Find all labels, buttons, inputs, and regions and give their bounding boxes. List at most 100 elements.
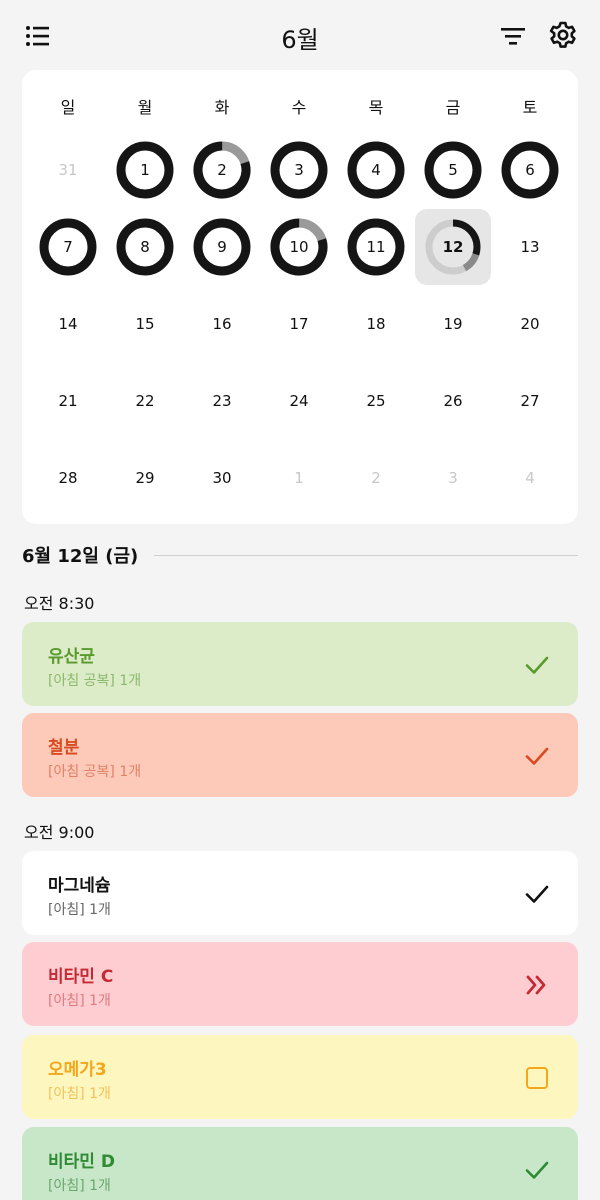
day-number: 2 [371, 469, 381, 487]
calendar-day[interactable]: 4 [344, 138, 408, 202]
calendar-day[interactable]: 19 [421, 292, 485, 356]
day-number: 25 [366, 392, 386, 410]
supplement-dose: [아침] 1개 [48, 902, 111, 918]
calendar-day[interactable]: 10 [267, 215, 331, 279]
calendar-day[interactable]: 27 [498, 369, 562, 433]
day-number: 3 [448, 469, 458, 487]
calendar-day[interactable]: 9 [190, 215, 254, 279]
calendar-day[interactable]: 23 [190, 369, 254, 433]
day-number: 1 [140, 161, 150, 179]
day-number: 19 [443, 315, 463, 333]
day-number: 23 [212, 392, 232, 410]
day-number: 27 [520, 392, 540, 410]
calendar-day[interactable]: 18 [344, 292, 408, 356]
day-number: 1 [294, 469, 304, 487]
supplement-name: 유산균 [48, 647, 95, 667]
calendar-day[interactable]: 20 [498, 292, 562, 356]
calendar-day[interactable]: 26 [421, 369, 485, 433]
day-number: 7 [63, 238, 73, 256]
double-chevron-icon[interactable] [524, 972, 550, 998]
calendar-day[interactable]: 31 [36, 138, 100, 202]
time-label: 오전 9:00 [24, 823, 95, 842]
supplement-name: 비타민 C [48, 967, 114, 987]
top-app-bar: 6월 [0, 0, 600, 70]
date-divider [154, 555, 578, 556]
day-number: 5 [448, 161, 458, 179]
calendar-day[interactable]: 2 [344, 446, 408, 510]
day-number: 21 [58, 392, 78, 410]
day-number: 31 [58, 161, 78, 179]
calendar-day-today[interactable]: 12 [415, 209, 491, 285]
month-calendar: 일 월 화 수 목 금 토 31 1 2 3 4 5 6 7 8 9 10 11 12 13 14 15 16 17 18 19 20… [22, 70, 578, 524]
weekday-label: 일 [60, 98, 76, 117]
calendar-day[interactable]: 5 [421, 138, 485, 202]
calendar-day[interactable]: 7 [36, 215, 100, 279]
day-number: 6 [525, 161, 535, 179]
calendar-day[interactable]: 8 [113, 215, 177, 279]
calendar-day[interactable]: 6 [498, 138, 562, 202]
calendar-day[interactable]: 3 [267, 138, 331, 202]
calendar-day[interactable]: 1 [113, 138, 177, 202]
supplement-card[interactable]: 비타민 D [아침] 1개 [22, 1127, 578, 1200]
day-number: 22 [135, 392, 155, 410]
calendar-day[interactable]: 21 [36, 369, 100, 433]
weekday-label: 월 [137, 98, 153, 117]
day-number: 18 [366, 315, 386, 333]
calendar-day[interactable]: 22 [113, 369, 177, 433]
supplement-card[interactable]: 비타민 C [아침] 1개 [22, 942, 578, 1026]
supplement-name: 마그네슘 [48, 876, 111, 896]
weekday-label: 화 [214, 98, 230, 117]
checkmark-icon[interactable] [524, 881, 550, 907]
day-number: 28 [58, 469, 78, 487]
weekday-label: 금 [445, 98, 461, 117]
calendar-day[interactable]: 1 [267, 446, 331, 510]
supplement-dose: [아침] 1개 [48, 1178, 111, 1194]
calendar-day[interactable]: 25 [344, 369, 408, 433]
calendar-day[interactable]: 24 [267, 369, 331, 433]
checkmark-icon[interactable] [524, 652, 550, 678]
checkmark-icon[interactable] [524, 743, 550, 769]
checkbox-empty-icon[interactable] [524, 1065, 550, 1091]
calendar-day[interactable]: 30 [190, 446, 254, 510]
calendar-day[interactable]: 28 [36, 446, 100, 510]
calendar-day[interactable]: 14 [36, 292, 100, 356]
supplement-card[interactable]: 오메가3 [아침] 1개 [22, 1035, 578, 1119]
day-number: 26 [443, 392, 463, 410]
supplement-name: 오메가3 [48, 1060, 107, 1080]
weekday-label: 수 [291, 98, 307, 117]
supplement-card[interactable]: 철분 [아침 공복] 1개 [22, 713, 578, 797]
calendar-day[interactable]: 15 [113, 292, 177, 356]
calendar-day[interactable]: 3 [421, 446, 485, 510]
supplement-dose: [아침] 1개 [48, 1086, 111, 1102]
calendar-day[interactable]: 11 [344, 215, 408, 279]
day-number: 11 [366, 238, 386, 256]
calendar-day[interactable]: 17 [267, 292, 331, 356]
gear-icon[interactable] [548, 20, 578, 50]
calendar-day[interactable]: 16 [190, 292, 254, 356]
day-number: 14 [58, 315, 78, 333]
calendar-day[interactable]: 29 [113, 446, 177, 510]
supplement-dose: [아침] 1개 [48, 993, 111, 1009]
supplement-card[interactable]: 유산균 [아침 공복] 1개 [22, 622, 578, 706]
time-label: 오전 8:30 [24, 594, 95, 613]
selected-date-header: 6월 12일 (금) [22, 546, 139, 567]
weekday-label: 목 [368, 98, 384, 117]
supplement-dose: [아침 공복] 1개 [48, 673, 142, 689]
calendar-day[interactable]: 4 [498, 446, 562, 510]
day-number: 15 [135, 315, 155, 333]
calendar-day[interactable]: 13 [498, 215, 562, 279]
supplement-name: 철분 [48, 738, 80, 758]
checkmark-icon[interactable] [524, 1157, 550, 1183]
day-number: 12 [442, 238, 464, 256]
day-number: 17 [289, 315, 309, 333]
day-number: 3 [294, 161, 304, 179]
calendar-day[interactable]: 2 [190, 138, 254, 202]
filter-icon[interactable] [498, 22, 528, 50]
day-number: 20 [520, 315, 540, 333]
day-number: 30 [212, 469, 232, 487]
day-number: 24 [289, 392, 309, 410]
supplement-name: 비타민 D [48, 1152, 115, 1172]
supplement-card[interactable]: 마그네슘 [아침] 1개 [22, 851, 578, 935]
day-number: 10 [289, 238, 309, 256]
day-number: 9 [217, 238, 227, 256]
